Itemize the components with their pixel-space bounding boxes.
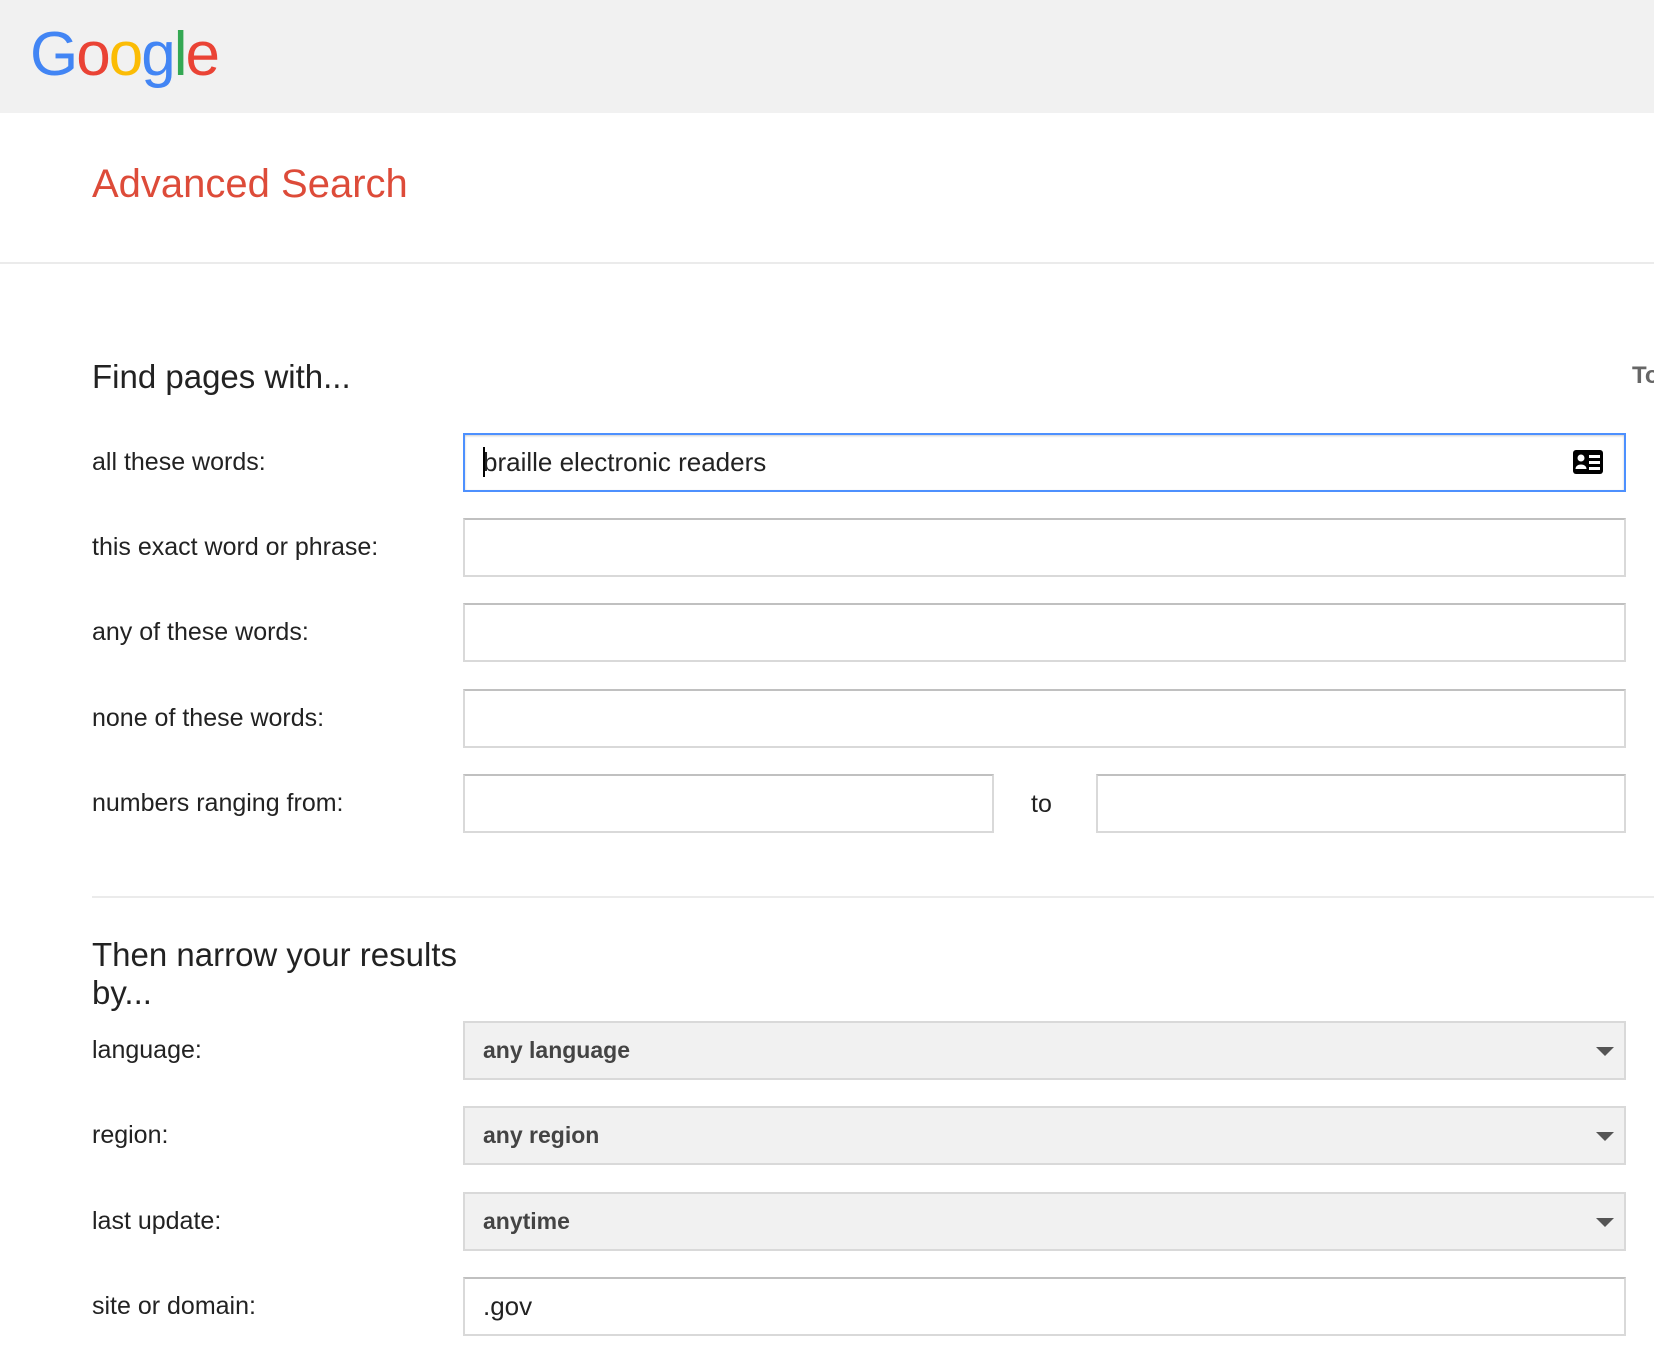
numbers-to-input[interactable] <box>1096 774 1626 833</box>
logo-letter: G <box>30 20 78 89</box>
exact-phrase-label: this exact word or phrase: <box>92 533 379 561</box>
any-words-label: any of these words: <box>92 618 309 646</box>
text-caret <box>483 447 485 478</box>
narrow-results-heading: Then narrow your results by... <box>92 936 457 1012</box>
none-words-label: none of these words: <box>92 704 325 732</box>
side-column-heading: To <box>1632 362 1654 389</box>
none-words-input[interactable] <box>463 689 1626 748</box>
region-select-value: any region <box>483 1122 600 1148</box>
section-divider <box>92 896 1654 898</box>
all-words-label: all these words: <box>92 448 266 476</box>
last-update-select[interactable]: anytime <box>463 1192 1626 1251</box>
exact-phrase-input[interactable] <box>463 518 1626 577</box>
dropdown-arrow-icon <box>1596 1047 1614 1056</box>
find-pages-heading: Find pages with... <box>92 358 351 395</box>
dropdown-arrow-icon <box>1596 1218 1614 1227</box>
last-update-label: last update: <box>92 1207 222 1235</box>
language-select[interactable]: any language <box>463 1021 1626 1080</box>
all-words-value: braille electronic readers <box>483 447 767 477</box>
logo-letter: o <box>76 20 111 89</box>
narrow-heading-line1: Then narrow your results <box>92 936 457 973</box>
site-domain-input[interactable]: .gov <box>463 1277 1626 1336</box>
region-select[interactable]: any region <box>463 1106 1626 1165</box>
any-words-input[interactable] <box>463 603 1626 662</box>
numbers-from-input[interactable] <box>463 774 994 833</box>
all-words-input[interactable]: braille electronic readers <box>463 433 1626 492</box>
numbers-to-label: to <box>1031 790 1052 818</box>
language-select-value: any language <box>483 1037 630 1063</box>
dropdown-arrow-icon <box>1596 1132 1614 1141</box>
region-label: region: <box>92 1121 169 1149</box>
logo-letter: g <box>141 20 176 89</box>
google-logo[interactable]: Google <box>30 18 220 92</box>
site-domain-label: site or domain: <box>92 1292 256 1320</box>
contact-card-icon[interactable] <box>1572 449 1604 475</box>
logo-letter: l <box>173 20 188 89</box>
language-label: language: <box>92 1036 202 1064</box>
narrow-heading-line2: by... <box>92 974 152 1011</box>
logo-letter: e <box>185 20 220 89</box>
title-divider <box>0 262 1654 264</box>
logo-letter: o <box>108 20 144 89</box>
page-title: Advanced Search <box>92 162 408 206</box>
numbers-range-label: numbers ranging from: <box>92 789 344 817</box>
top-bar: Google <box>0 0 1654 113</box>
last-update-select-value: anytime <box>483 1208 570 1234</box>
